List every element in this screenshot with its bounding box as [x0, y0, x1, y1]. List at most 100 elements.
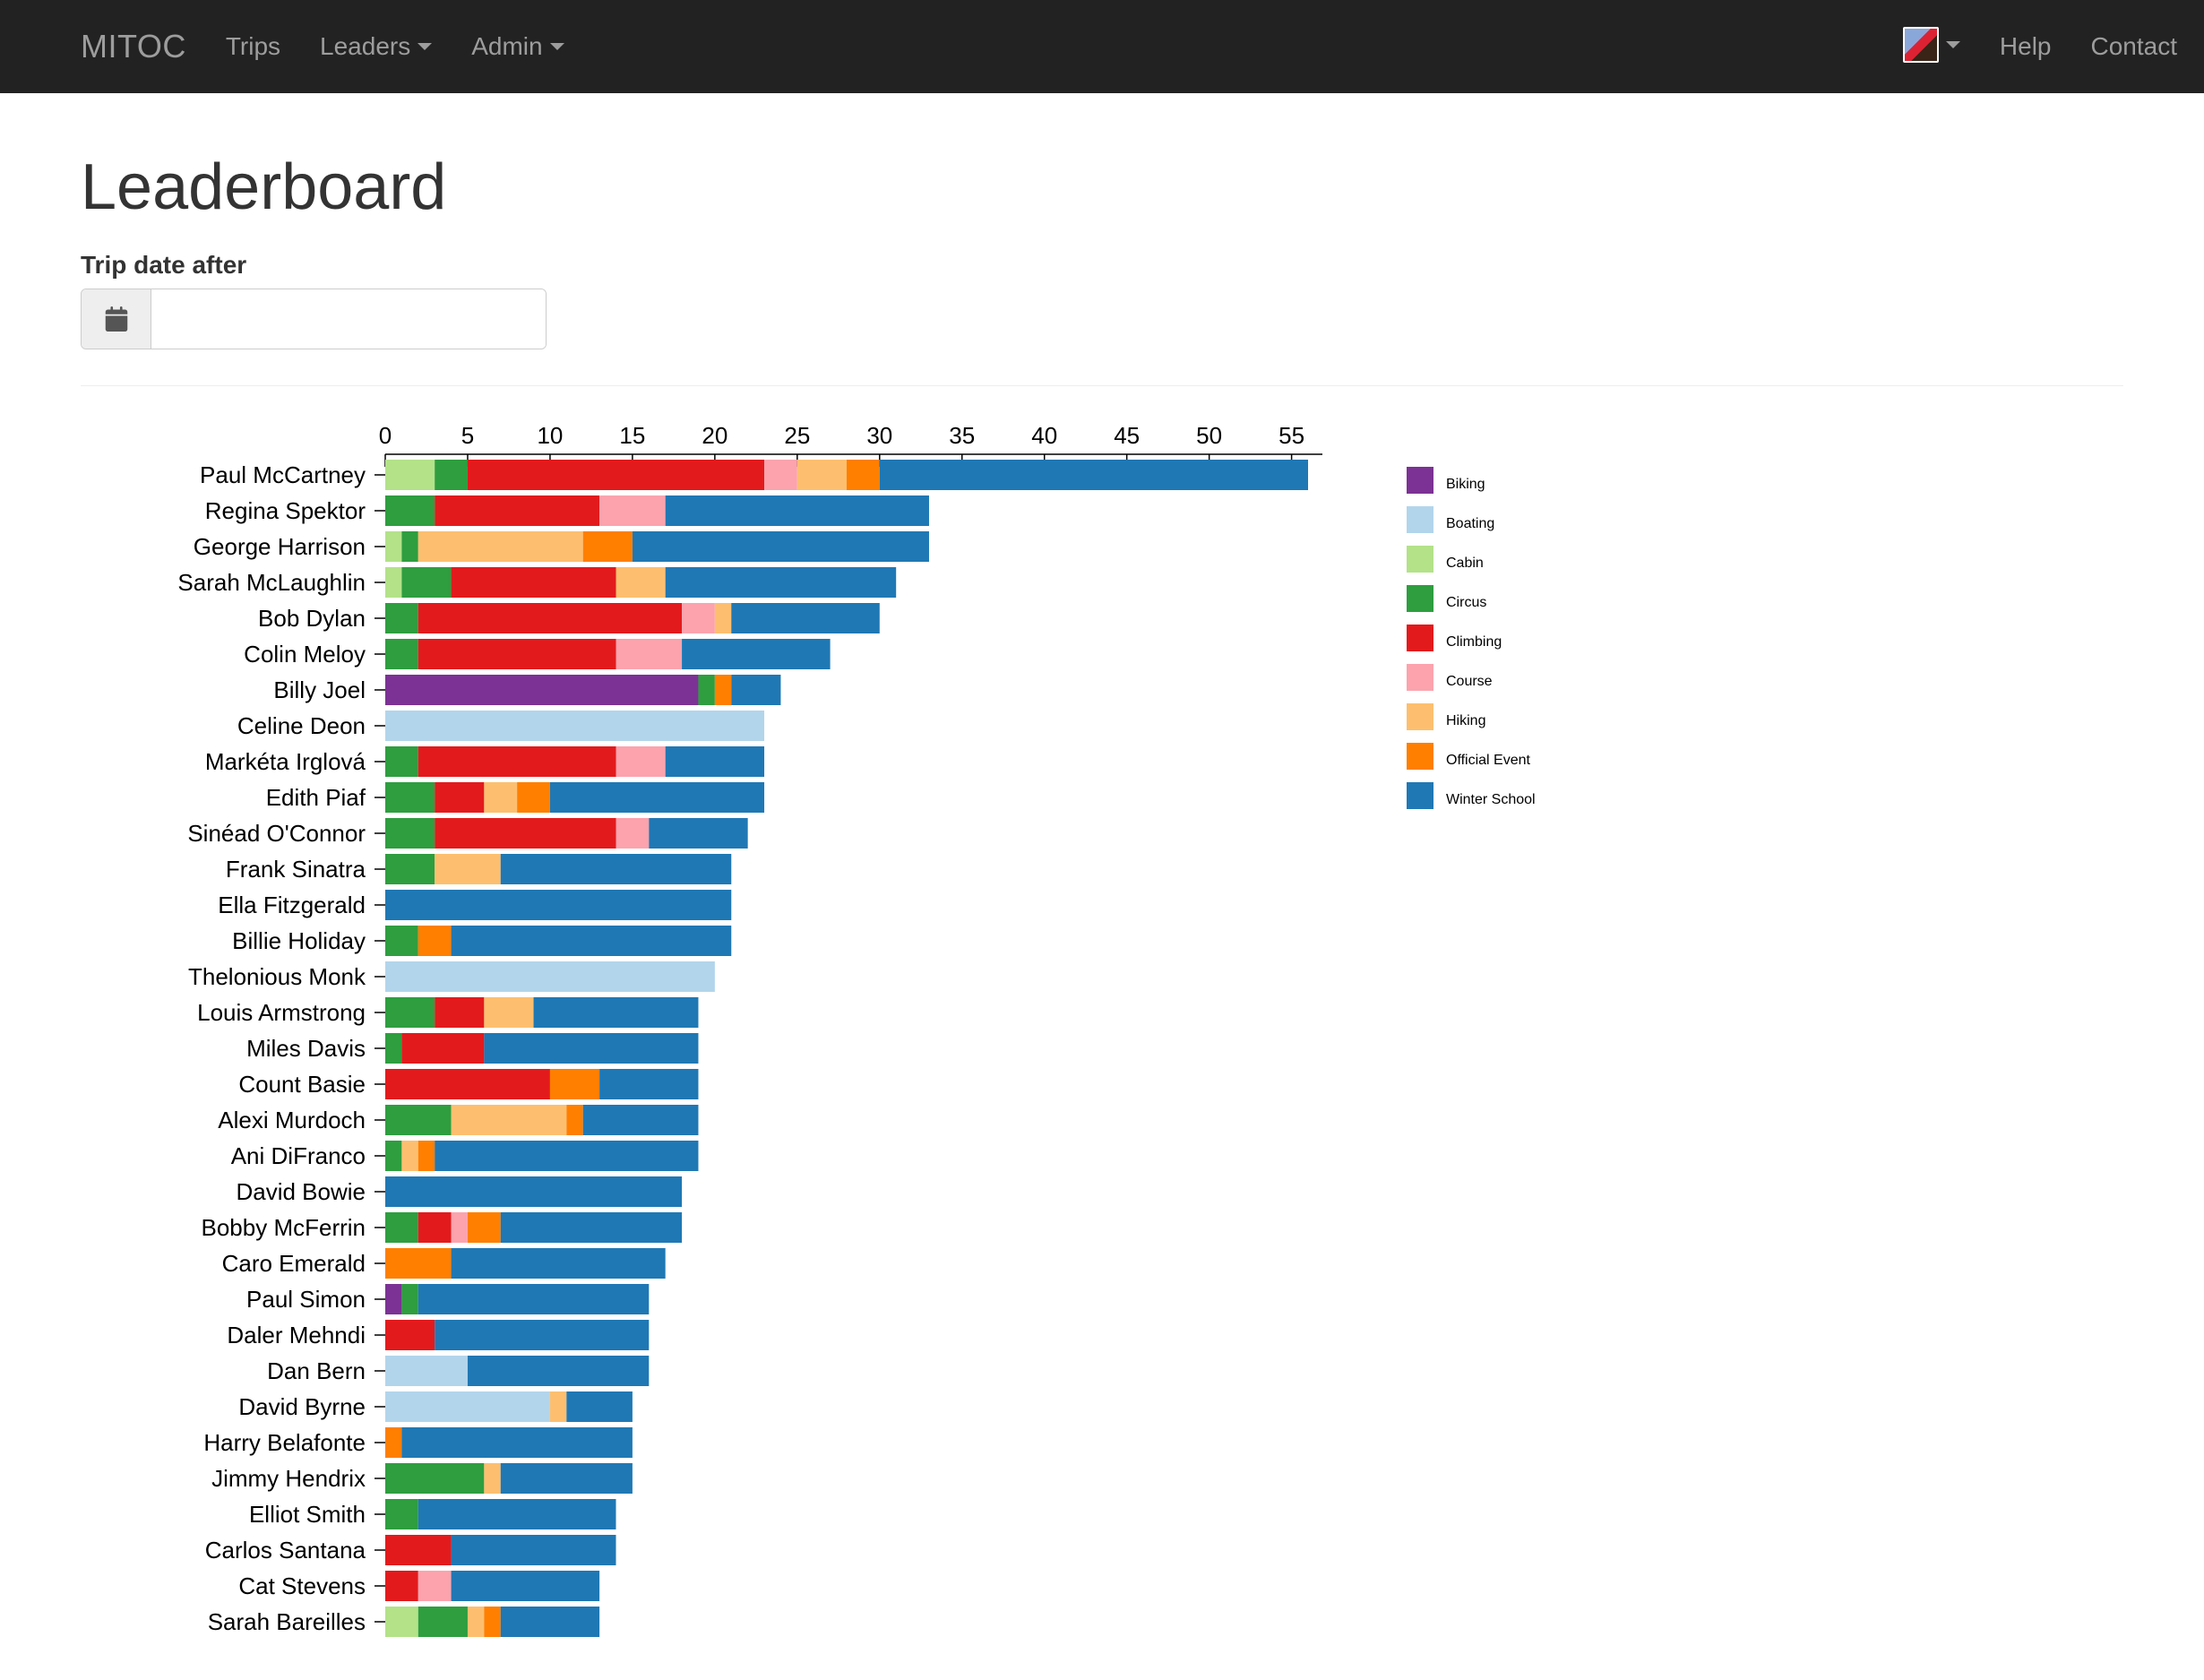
legend-swatch — [1407, 743, 1433, 770]
date-filter-input[interactable] — [151, 289, 546, 349]
bar-segment — [385, 1212, 418, 1243]
x-tick-label: 5 — [461, 422, 474, 449]
page-container: Leaderboard Trip date after 051015202530… — [0, 93, 2204, 1680]
bar-segment — [550, 782, 764, 813]
bar-segment — [501, 1607, 599, 1637]
nav-left: Trips Leaders Admin — [226, 32, 604, 61]
bar-segment — [616, 567, 666, 598]
legend-label: Official Event — [1446, 753, 1531, 768]
x-tick-label: 50 — [1196, 422, 1222, 449]
bar-segment — [666, 746, 764, 777]
legend-swatch — [1407, 546, 1433, 573]
bar-segment — [698, 675, 714, 705]
y-tick-label: Ani DiFranco — [231, 1142, 366, 1169]
bar-segment — [731, 675, 780, 705]
y-tick-label: Edith Piaf — [266, 784, 366, 811]
page-title: Leaderboard — [81, 151, 2123, 224]
bar-segment — [385, 1176, 682, 1207]
legend-label: Boating — [1446, 516, 1494, 531]
legend-swatch — [1407, 625, 1433, 651]
nav-admin[interactable]: Admin — [471, 32, 564, 61]
bar-segment — [484, 1607, 500, 1637]
caret-icon — [550, 43, 564, 50]
bar-segment — [715, 675, 731, 705]
bar-segment — [452, 1105, 567, 1135]
y-tick-label: Paul McCartney — [200, 461, 366, 488]
y-tick-label: Carlos Santana — [205, 1537, 366, 1564]
nav-trips[interactable]: Trips — [226, 32, 280, 61]
legend-label: Winter School — [1446, 792, 1536, 807]
brand[interactable]: MITOC — [81, 28, 186, 65]
bar-segment — [566, 1105, 582, 1135]
calendar-icon[interactable] — [82, 289, 151, 349]
bar-segment — [385, 675, 698, 705]
user-menu[interactable] — [1903, 27, 1960, 63]
bar-segment — [484, 1463, 500, 1494]
bar-segment — [385, 997, 435, 1028]
legend-swatch — [1407, 467, 1433, 494]
legend: BikingBoatingCabinCircusClimbingCourseHi… — [1407, 467, 1536, 809]
bar-segment — [633, 531, 929, 562]
legend-swatch — [1407, 703, 1433, 730]
bar-segment — [550, 1391, 566, 1422]
nav-leaders[interactable]: Leaders — [320, 32, 432, 61]
bar-segment — [435, 1320, 649, 1350]
x-tick-label: 15 — [619, 422, 645, 449]
x-tick-label: 40 — [1031, 422, 1057, 449]
y-tick-label: Colin Meloy — [244, 641, 366, 668]
nav-right: Help Contact — [1864, 27, 2177, 67]
nav-help[interactable]: Help — [2000, 32, 2052, 61]
bar-segment — [385, 1033, 401, 1064]
bar-segment — [385, 1105, 452, 1135]
bar-segment — [599, 495, 666, 526]
bar-segment — [435, 782, 484, 813]
bar-segment — [616, 639, 683, 669]
y-tick-label: David Byrne — [238, 1393, 366, 1420]
bar-segment — [385, 1535, 452, 1565]
bar-segment — [385, 1499, 418, 1529]
y-tick-label: Paul Simon — [246, 1286, 366, 1313]
bar-segment — [385, 890, 731, 920]
bar-segment — [649, 818, 747, 849]
bar-segment — [385, 1284, 401, 1314]
caret-icon — [1946, 41, 1960, 48]
legend-label: Circus — [1446, 595, 1486, 610]
y-tick-label: George Harrison — [194, 533, 366, 560]
bar-segment — [385, 961, 715, 992]
bar-segment — [452, 1248, 666, 1279]
bar-segment — [401, 1033, 484, 1064]
legend-swatch — [1407, 664, 1433, 691]
bar-segment — [385, 1141, 401, 1171]
bar-segment — [583, 531, 633, 562]
bar-segment — [385, 1571, 418, 1601]
x-tick-label: 35 — [949, 422, 975, 449]
legend-label: Cabin — [1446, 556, 1484, 571]
bar-segment — [401, 531, 418, 562]
legend-label: Hiking — [1446, 713, 1485, 728]
bar-segment — [401, 1427, 632, 1458]
bar-segment — [435, 1141, 698, 1171]
bar-segment — [666, 495, 929, 526]
bar-segment — [435, 997, 484, 1028]
y-tick-label: Miles Davis — [246, 1035, 366, 1062]
bar-segment — [385, 1356, 468, 1386]
bar-segment — [682, 603, 715, 633]
y-tick-label: Jimmy Hendrix — [211, 1465, 366, 1492]
bar-segment — [435, 495, 599, 526]
bar-segment — [385, 711, 764, 741]
bar-segment — [418, 746, 616, 777]
date-filter-group — [81, 289, 547, 349]
bar-segment — [666, 567, 897, 598]
bar-segment — [583, 1105, 699, 1135]
bar-segment — [385, 639, 418, 669]
divider — [81, 385, 2123, 386]
bar-segment — [418, 1571, 452, 1601]
y-tick-label: Billie Holiday — [232, 927, 366, 954]
y-tick-label: Celine Deon — [237, 712, 366, 739]
bar-segment — [385, 1248, 452, 1279]
nav-contact[interactable]: Contact — [2091, 32, 2178, 61]
bar-segment — [484, 782, 517, 813]
bar-segment — [435, 854, 501, 884]
bar-segment — [501, 854, 732, 884]
bar-segment — [847, 460, 880, 490]
